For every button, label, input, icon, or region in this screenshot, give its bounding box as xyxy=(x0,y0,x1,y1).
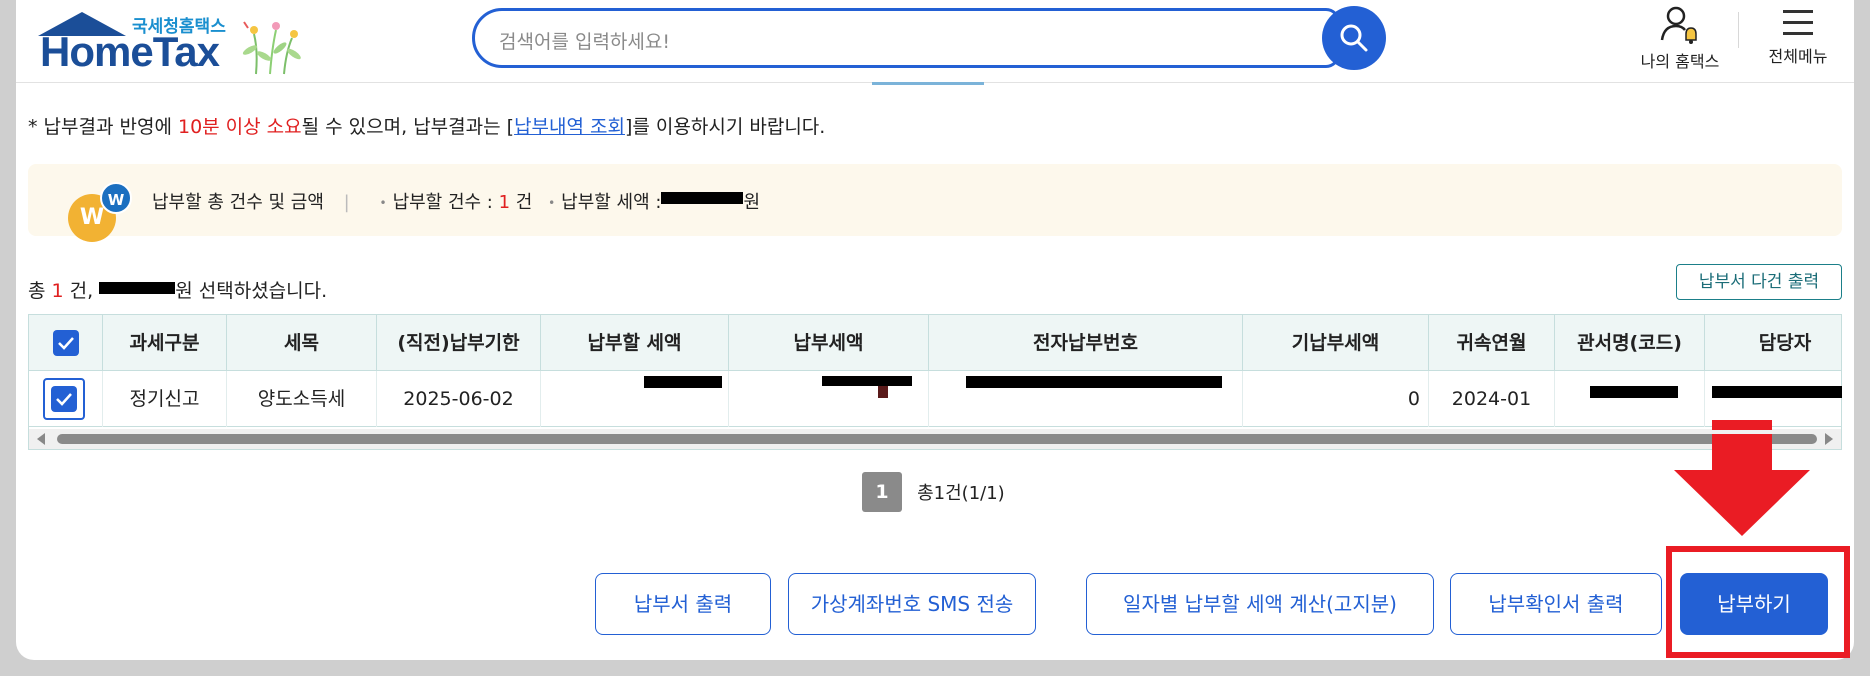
my-hometax-label: 나의 홈택스 xyxy=(1640,52,1720,71)
header-office: 관서명(코드) xyxy=(1555,315,1705,371)
redacted-e-payment-number xyxy=(966,376,1222,388)
pagination: 1 총1건(1/1) xyxy=(862,472,1005,512)
highlight-box xyxy=(1666,546,1850,658)
header-pay-amount: 납부세액 xyxy=(729,315,929,371)
hamburger-icon xyxy=(1783,10,1813,35)
header-tax-type: 과세구분 xyxy=(103,315,227,371)
selection-prefix: 총 xyxy=(28,280,52,302)
count-unit: 건 xyxy=(510,192,533,213)
active-tab-indicator xyxy=(872,82,984,85)
horizontal-scrollbar[interactable] xyxy=(29,429,1841,449)
header-manager: 담당자 xyxy=(1758,332,1812,354)
search-box[interactable]: 검색어를 입력하세요! xyxy=(472,8,1340,68)
payment-summary-box: W W 납부할 총 건수 및 금액 | • 납부할 건수 : 1 건 • 납부할 세… xyxy=(28,164,1842,242)
cell-prepaid: 0 xyxy=(1243,371,1429,427)
multi-print-button[interactable]: 납부서 다건 출력 xyxy=(1676,264,1842,300)
summary-title: 납부할 총 건수 및 금액 xyxy=(152,192,324,213)
header-period: 귀속연월 xyxy=(1429,315,1555,371)
sms-virtual-account-button[interactable]: 가상계좌번호 SMS 전송 xyxy=(788,573,1036,635)
flower-decoration-icon xyxy=(242,21,301,75)
daily-tax-calc-button[interactable]: 일자별 납부할 세액 계산(고지분) xyxy=(1086,573,1434,635)
notice-prefix: * 납부결과 반영에 xyxy=(28,116,178,138)
select-all-checkbox[interactable] xyxy=(53,330,79,356)
table-row[interactable]: 정기신고 양도소득세 2025-06-02 0 2024-01 xyxy=(29,371,1841,427)
table-header: 과세구분 세목 (직전)납부기한 납부할 세액 납부세액 전자납부번호 기납부세… xyxy=(29,315,1841,371)
summary-divider: | xyxy=(343,192,350,213)
redacted-amount-due xyxy=(644,376,722,388)
cell-tax-type: 정기신고 xyxy=(103,371,227,427)
redacted-pay-amount xyxy=(822,376,912,386)
cell-tax-item: 양도소득세 xyxy=(227,371,377,427)
confirm-print-button[interactable]: 납부확인서 출력 xyxy=(1450,573,1662,635)
header-e-payment-number: 전자납부번호 xyxy=(929,315,1243,371)
header-select-all-cell xyxy=(29,315,103,371)
selection-count: 1 xyxy=(51,280,64,302)
redacted-selected-amount xyxy=(99,281,176,294)
print-bill-button[interactable]: 납부서 출력 xyxy=(595,573,771,635)
page-1-button[interactable]: 1 xyxy=(862,472,902,512)
cell-period: 2024-01 xyxy=(1429,371,1555,427)
redacted-office xyxy=(1590,386,1678,398)
hometax-logo[interactable]: 국세청홈택스 HomeTax xyxy=(28,6,318,76)
selection-middle: 건, xyxy=(63,280,100,302)
payment-notice: * 납부결과 반영에 10분 이상 소요될 수 있으며, 납부결과는 [납부내역… xyxy=(28,112,825,139)
header-divider xyxy=(1738,12,1739,48)
count-label: 납부할 건수 : xyxy=(392,192,499,213)
my-hometax-button[interactable]: 나의 홈택스 xyxy=(1632,4,1728,74)
user-bell-icon xyxy=(1660,6,1697,44)
header-amount-due: 납부할 세액 xyxy=(541,315,729,371)
redacted-pay-amount-mark xyxy=(878,386,888,398)
scroll-left-icon[interactable] xyxy=(37,433,45,445)
bullet-icon: • xyxy=(379,196,387,210)
header-tax-item: 세목 xyxy=(227,315,377,371)
search-button[interactable] xyxy=(1322,6,1386,70)
top-header: 국세청홈택스 HomeTax 검색어를 입력하세요! 나의 홈택스 전체메뉴 xyxy=(16,0,1854,83)
cell-manager xyxy=(1705,371,1841,427)
notice-suffix: ]를 이용하시기 바랍니다. xyxy=(624,116,826,138)
header-prepaid: 기납부세액 xyxy=(1243,315,1429,371)
row-checkbox[interactable] xyxy=(51,386,77,412)
page-card: 국세청홈택스 HomeTax 검색어를 입력하세요! 나의 홈택스 전체메뉴 *… xyxy=(16,0,1854,660)
scroll-right-icon[interactable] xyxy=(1825,433,1833,445)
notice-middle: 될 수 있으며, 납부결과는 [ xyxy=(301,116,515,138)
row-checkbox-frame[interactable] xyxy=(43,378,85,420)
amount-label: 납부할 세액 : xyxy=(561,192,662,213)
check-icon xyxy=(56,393,72,406)
search-icon xyxy=(1340,24,1368,52)
summary-text: 납부할 총 건수 및 금액 | • 납부할 건수 : 1 건 • 납부할 세액 : 원 xyxy=(152,188,760,214)
all-menu-label: 전체메뉴 xyxy=(1768,47,1828,66)
check-icon xyxy=(58,337,74,350)
payment-history-link[interactable]: 납부내역 조회 xyxy=(514,116,625,138)
bullet-icon: • xyxy=(548,196,556,210)
page-total: 총1건(1/1) xyxy=(917,483,1005,504)
selection-info: 총 1 건, 원 선택하셨습니다. xyxy=(28,276,327,303)
header-due-date: (직전)납부기한 xyxy=(377,315,541,371)
all-menu-button[interactable]: 전체메뉴 xyxy=(1756,4,1840,74)
arrow-down-icon xyxy=(1674,420,1810,536)
redacted-amount xyxy=(661,192,744,204)
cell-due-date: 2025-06-02 xyxy=(377,371,541,427)
redacted-manager xyxy=(1712,386,1842,398)
scroll-thumb[interactable] xyxy=(57,434,1817,444)
logo-wordmark: HomeTax xyxy=(40,28,220,75)
notice-highlight: 10분 이상 소요 xyxy=(177,116,302,138)
payment-table: 과세구분 세목 (직전)납부기한 납부할 세액 납부세액 전자납부번호 기납부세… xyxy=(28,314,1842,450)
amount-unit: 원 xyxy=(743,192,761,213)
row-select-cell xyxy=(29,371,103,427)
cell-office xyxy=(1555,371,1705,427)
selection-suffix: 원 선택하셨습니다. xyxy=(175,280,328,302)
count-value: 1 xyxy=(498,192,511,213)
coin-small-icon: W xyxy=(100,182,132,214)
search-input[interactable]: 검색어를 입력하세요! xyxy=(499,27,670,54)
